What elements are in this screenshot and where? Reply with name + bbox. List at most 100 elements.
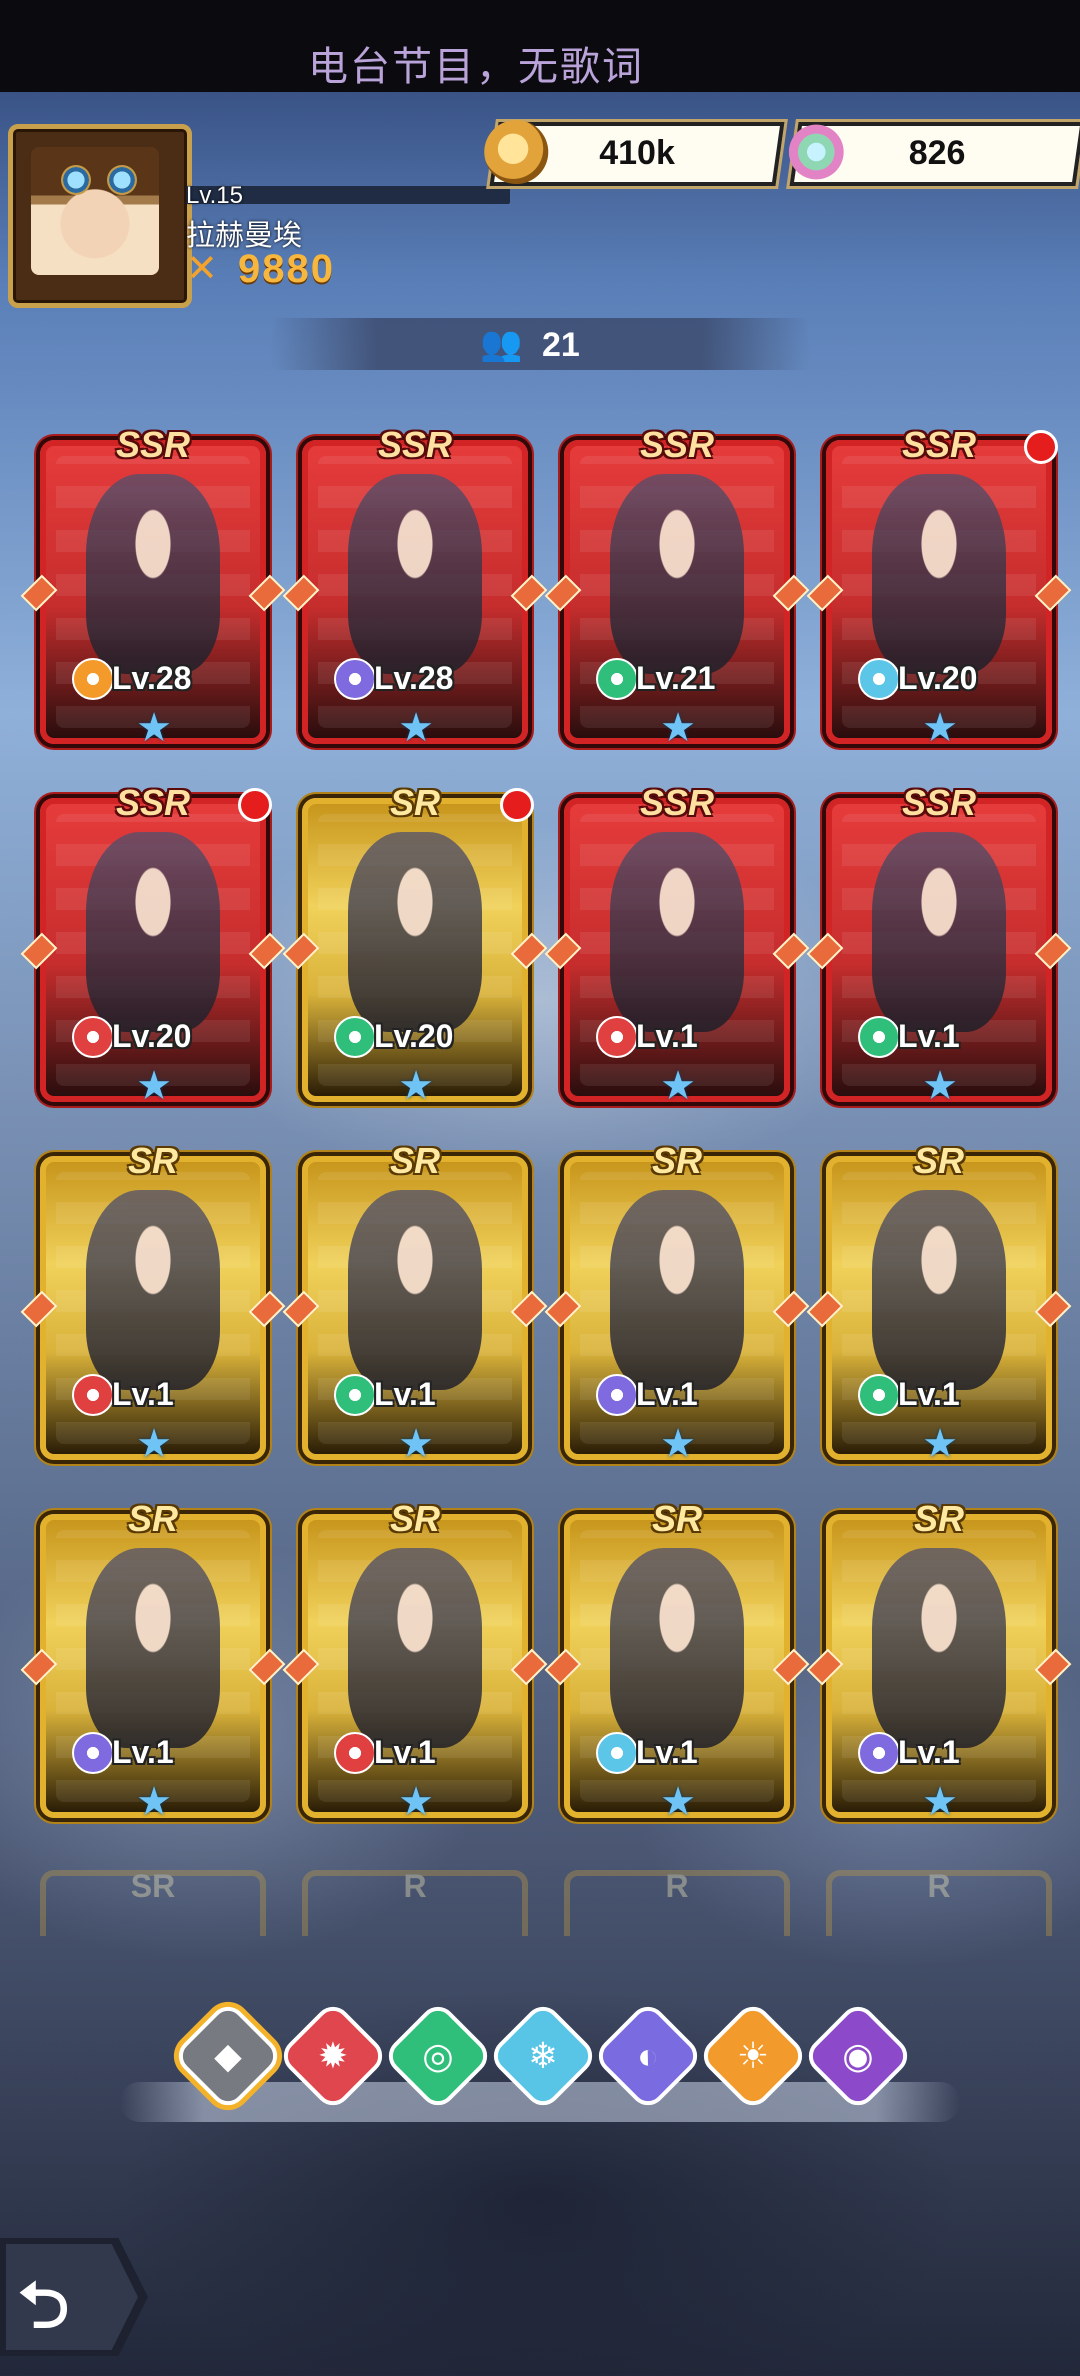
hero-card[interactable]: SR Lv.1 ★ [282, 1140, 548, 1464]
rarity-label: R [665, 1868, 689, 1904]
star-icon: ★ [922, 1422, 958, 1466]
rarity-label: SSR [115, 424, 191, 465]
back-button[interactable]: ⮌ [0, 2238, 148, 2356]
partial-hero-card[interactable]: R [826, 1868, 1052, 1936]
hero-portrait [610, 832, 744, 1032]
rarity-label: SSR [901, 424, 977, 465]
hero-level: Lv.1 [112, 1376, 174, 1412]
star-icon: ★ [660, 1780, 696, 1824]
rarity-label: SR [127, 1140, 178, 1181]
water-element-icon [72, 1732, 114, 1774]
hero-card[interactable]: SR Lv.1 ★ [806, 1498, 1072, 1822]
hero-portrait [348, 832, 482, 1032]
people-icon: 👥 [480, 325, 523, 363]
hero-card[interactable]: SSR Lv.21 ★ [544, 424, 810, 748]
hero-portrait [610, 474, 744, 674]
hero-portrait [610, 1548, 744, 1748]
goggle-icon [107, 165, 137, 195]
rarity-label: SSR [115, 782, 191, 823]
goggle-icon [61, 165, 91, 195]
hero-level: Lv.1 [898, 1376, 960, 1412]
hero-card[interactable]: SR Lv.1 ★ [20, 1140, 286, 1464]
hero-level: Lv.1 [636, 1376, 698, 1412]
player-power: ✕ 9880 [186, 246, 335, 292]
player-avatar[interactable] [8, 124, 192, 308]
avatar-face [31, 147, 159, 275]
hero-card[interactable]: SSR Lv.28 ★ [20, 424, 286, 748]
hero-card[interactable]: SR Lv.1 ★ [544, 1498, 810, 1822]
ice-element-icon [596, 1732, 638, 1774]
hero-level: Lv.28 [374, 660, 454, 696]
hero-portrait [348, 1548, 482, 1748]
star-icon: ★ [136, 1422, 172, 1466]
star-icon: ★ [398, 1780, 434, 1824]
gold-resource[interactable]: 410k [484, 120, 785, 186]
hero-card[interactable]: SSR Lv.1 ★ [544, 782, 810, 1106]
hero-level: Lv.1 [374, 1734, 436, 1770]
hero-level: Lv.1 [374, 1376, 436, 1412]
wind-element-icon [334, 1374, 376, 1416]
fire-element-icon [72, 1016, 114, 1058]
hero-card[interactable]: SR Lv.1 ★ [20, 1498, 286, 1822]
hero-card[interactable]: SSR Lv.20 ★ [20, 782, 286, 1106]
hero-level: Lv.20 [112, 1018, 192, 1054]
star-icon: ★ [136, 1780, 172, 1824]
ice-element-icon: ❄ [527, 2035, 559, 2076]
star-icon: ★ [922, 706, 958, 750]
rarity-label: SR [389, 1498, 440, 1539]
rarity-label: R [403, 1868, 427, 1904]
rarity-label: SR [389, 1140, 440, 1181]
hero-count-bar: 👥 21 [270, 318, 810, 370]
hero-card[interactable]: SR Lv.1 ★ [282, 1498, 548, 1822]
rarity-label: SSR [639, 782, 715, 823]
rarity-label: SR [127, 1498, 178, 1539]
partial-hero-card[interactable]: R [302, 1868, 528, 1936]
hero-card[interactable]: SR Lv.20 ★ [282, 782, 548, 1106]
rarity-label: SR [913, 1140, 964, 1181]
power-value: 9880 [238, 246, 335, 291]
hero-level: Lv.1 [898, 1734, 960, 1770]
star-icon: ★ [398, 1064, 434, 1108]
hero-level: Lv.1 [636, 1018, 698, 1054]
water-element-icon: ◐ [637, 2035, 659, 2076]
fire-element-icon [72, 1374, 114, 1416]
partial-hero-card[interactable]: R [564, 1868, 790, 1936]
partial-hero-row: SR R R R [30, 1868, 1052, 1940]
swords-icon: ✕ [186, 248, 218, 290]
hero-portrait [610, 1190, 744, 1390]
star-icon: ★ [660, 706, 696, 750]
hero-card[interactable]: SSR Lv.1 ★ [806, 782, 1072, 1106]
hero-card[interactable]: SR Lv.1 ★ [544, 1140, 810, 1464]
partial-hero-card[interactable]: SR [40, 1868, 266, 1936]
hero-level: Lv.1 [112, 1734, 174, 1770]
rarity-label: SSR [377, 424, 453, 465]
wind-element-icon: ◎ [422, 2035, 454, 2076]
hero-portrait [872, 1190, 1006, 1390]
water-element-icon [858, 1732, 900, 1774]
player-level: Lv.15 [186, 182, 243, 209]
star-icon: ★ [660, 1064, 696, 1108]
star-icon: ★ [922, 1064, 958, 1108]
hero-level: Lv.28 [112, 660, 192, 696]
hero-level: Lv.1 [636, 1734, 698, 1770]
hero-portrait [348, 1190, 482, 1390]
hero-level: Lv.1 [898, 1018, 960, 1054]
hero-portrait [86, 832, 220, 1032]
hero-portrait [86, 474, 220, 674]
hero-portrait [872, 474, 1006, 674]
water-element-icon [334, 658, 376, 700]
wind-element-icon [596, 658, 638, 700]
dark-element-icon: ◉ [842, 2035, 874, 2076]
rarity-label: SR [130, 1868, 176, 1904]
hero-card[interactable]: SR Lv.1 ★ [806, 1140, 1072, 1464]
hero-card[interactable]: SSR Lv.28 ★ [282, 424, 548, 748]
crystal-resource[interactable]: 826 [784, 120, 1080, 186]
hero-card[interactable]: SSR Lv.20 ★ [806, 424, 1072, 748]
crystal-value: 826 [908, 134, 966, 172]
fire-element-icon: ✹ [317, 2035, 349, 2076]
status-bar: 电台节目，无歌词 [0, 0, 1080, 92]
fire-element-icon [334, 1732, 376, 1774]
star-icon: ★ [660, 1422, 696, 1466]
rarity-label: SR [389, 782, 440, 823]
rarity-label: R [927, 1868, 951, 1904]
